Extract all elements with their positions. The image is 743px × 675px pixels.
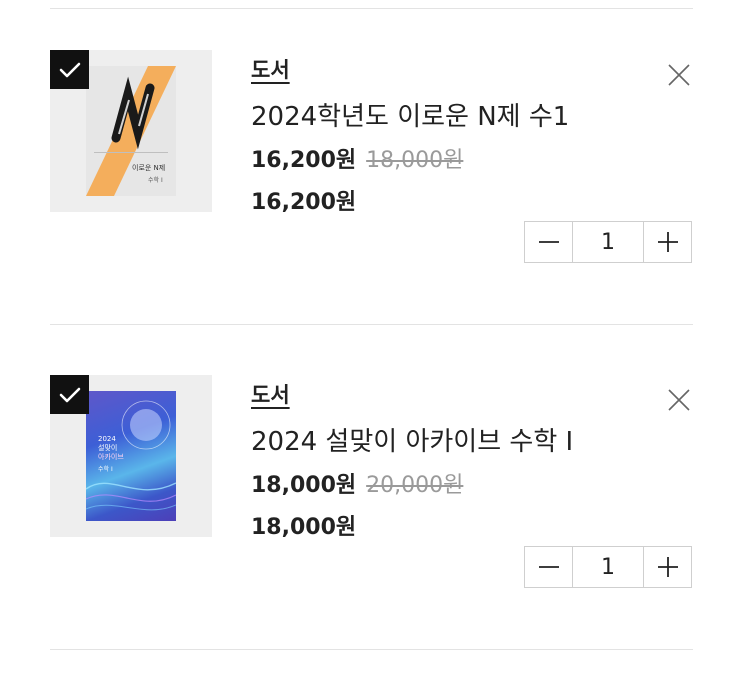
plus-icon [657, 557, 678, 577]
top-divider [50, 8, 693, 9]
increase-quantity-button[interactable] [643, 222, 691, 262]
sale-price: 18,000원 [251, 473, 357, 498]
checkmark-icon [59, 387, 80, 402]
cart-item: 이로운 N제 수학 I 도서 2024학년도 이로운 N제 수1 16,200원… [0, 50, 743, 350]
product-category-link[interactable]: 도서 [251, 379, 290, 409]
cover-subtitle: 수학 I [98, 466, 113, 473]
minus-icon [538, 241, 559, 243]
quantity-stepper: 1 [524, 546, 692, 588]
minus-icon [538, 566, 559, 568]
checkmark-icon [59, 62, 80, 77]
original-price: 18,000원 [366, 148, 464, 173]
cover-title-line1: 설맞이 [98, 444, 118, 452]
price-row: 18,000원 20,000원 [251, 467, 463, 499]
cover-year: 2024 [98, 435, 116, 443]
remove-item-button[interactable] [666, 387, 692, 413]
item-divider [50, 324, 693, 325]
product-category-link[interactable]: 도서 [251, 54, 290, 84]
price-row: 16,200원 18,000원 [251, 142, 463, 174]
increase-quantity-button[interactable] [643, 547, 691, 587]
item-total-price: 16,200원 [251, 190, 357, 215]
cover-title: 이로운 N제 [132, 164, 166, 172]
plus-icon [657, 232, 678, 252]
cart-item: 2024 설맞이 아카이브 수학 I 도서 2024 설맞이 아카이브 수학 I… [0, 375, 743, 675]
item-select-checkbox[interactable] [50, 50, 89, 89]
product-title[interactable]: 2024 설맞이 아카이브 수학 I [251, 421, 573, 458]
quantity-value[interactable]: 1 [573, 547, 643, 587]
decrease-quantity-button[interactable] [525, 222, 573, 262]
bottom-divider [50, 649, 693, 650]
close-icon [668, 389, 690, 411]
original-price: 20,000원 [366, 473, 464, 498]
item-select-checkbox[interactable] [50, 375, 89, 414]
sale-price: 16,200원 [251, 148, 357, 173]
product-title[interactable]: 2024학년도 이로운 N제 수1 [251, 96, 569, 133]
book-cover: 이로운 N제 수학 I [86, 66, 176, 196]
cover-title-line2: 아카이브 [98, 453, 124, 461]
book-cover: 2024 설맞이 아카이브 수학 I [86, 391, 176, 521]
remove-item-button[interactable] [666, 62, 692, 88]
decrease-quantity-button[interactable] [525, 547, 573, 587]
quantity-value[interactable]: 1 [573, 222, 643, 262]
quantity-stepper: 1 [524, 221, 692, 263]
close-icon [668, 64, 690, 86]
item-total-price: 18,000원 [251, 515, 357, 540]
cover-subtitle: 수학 I [148, 177, 163, 184]
